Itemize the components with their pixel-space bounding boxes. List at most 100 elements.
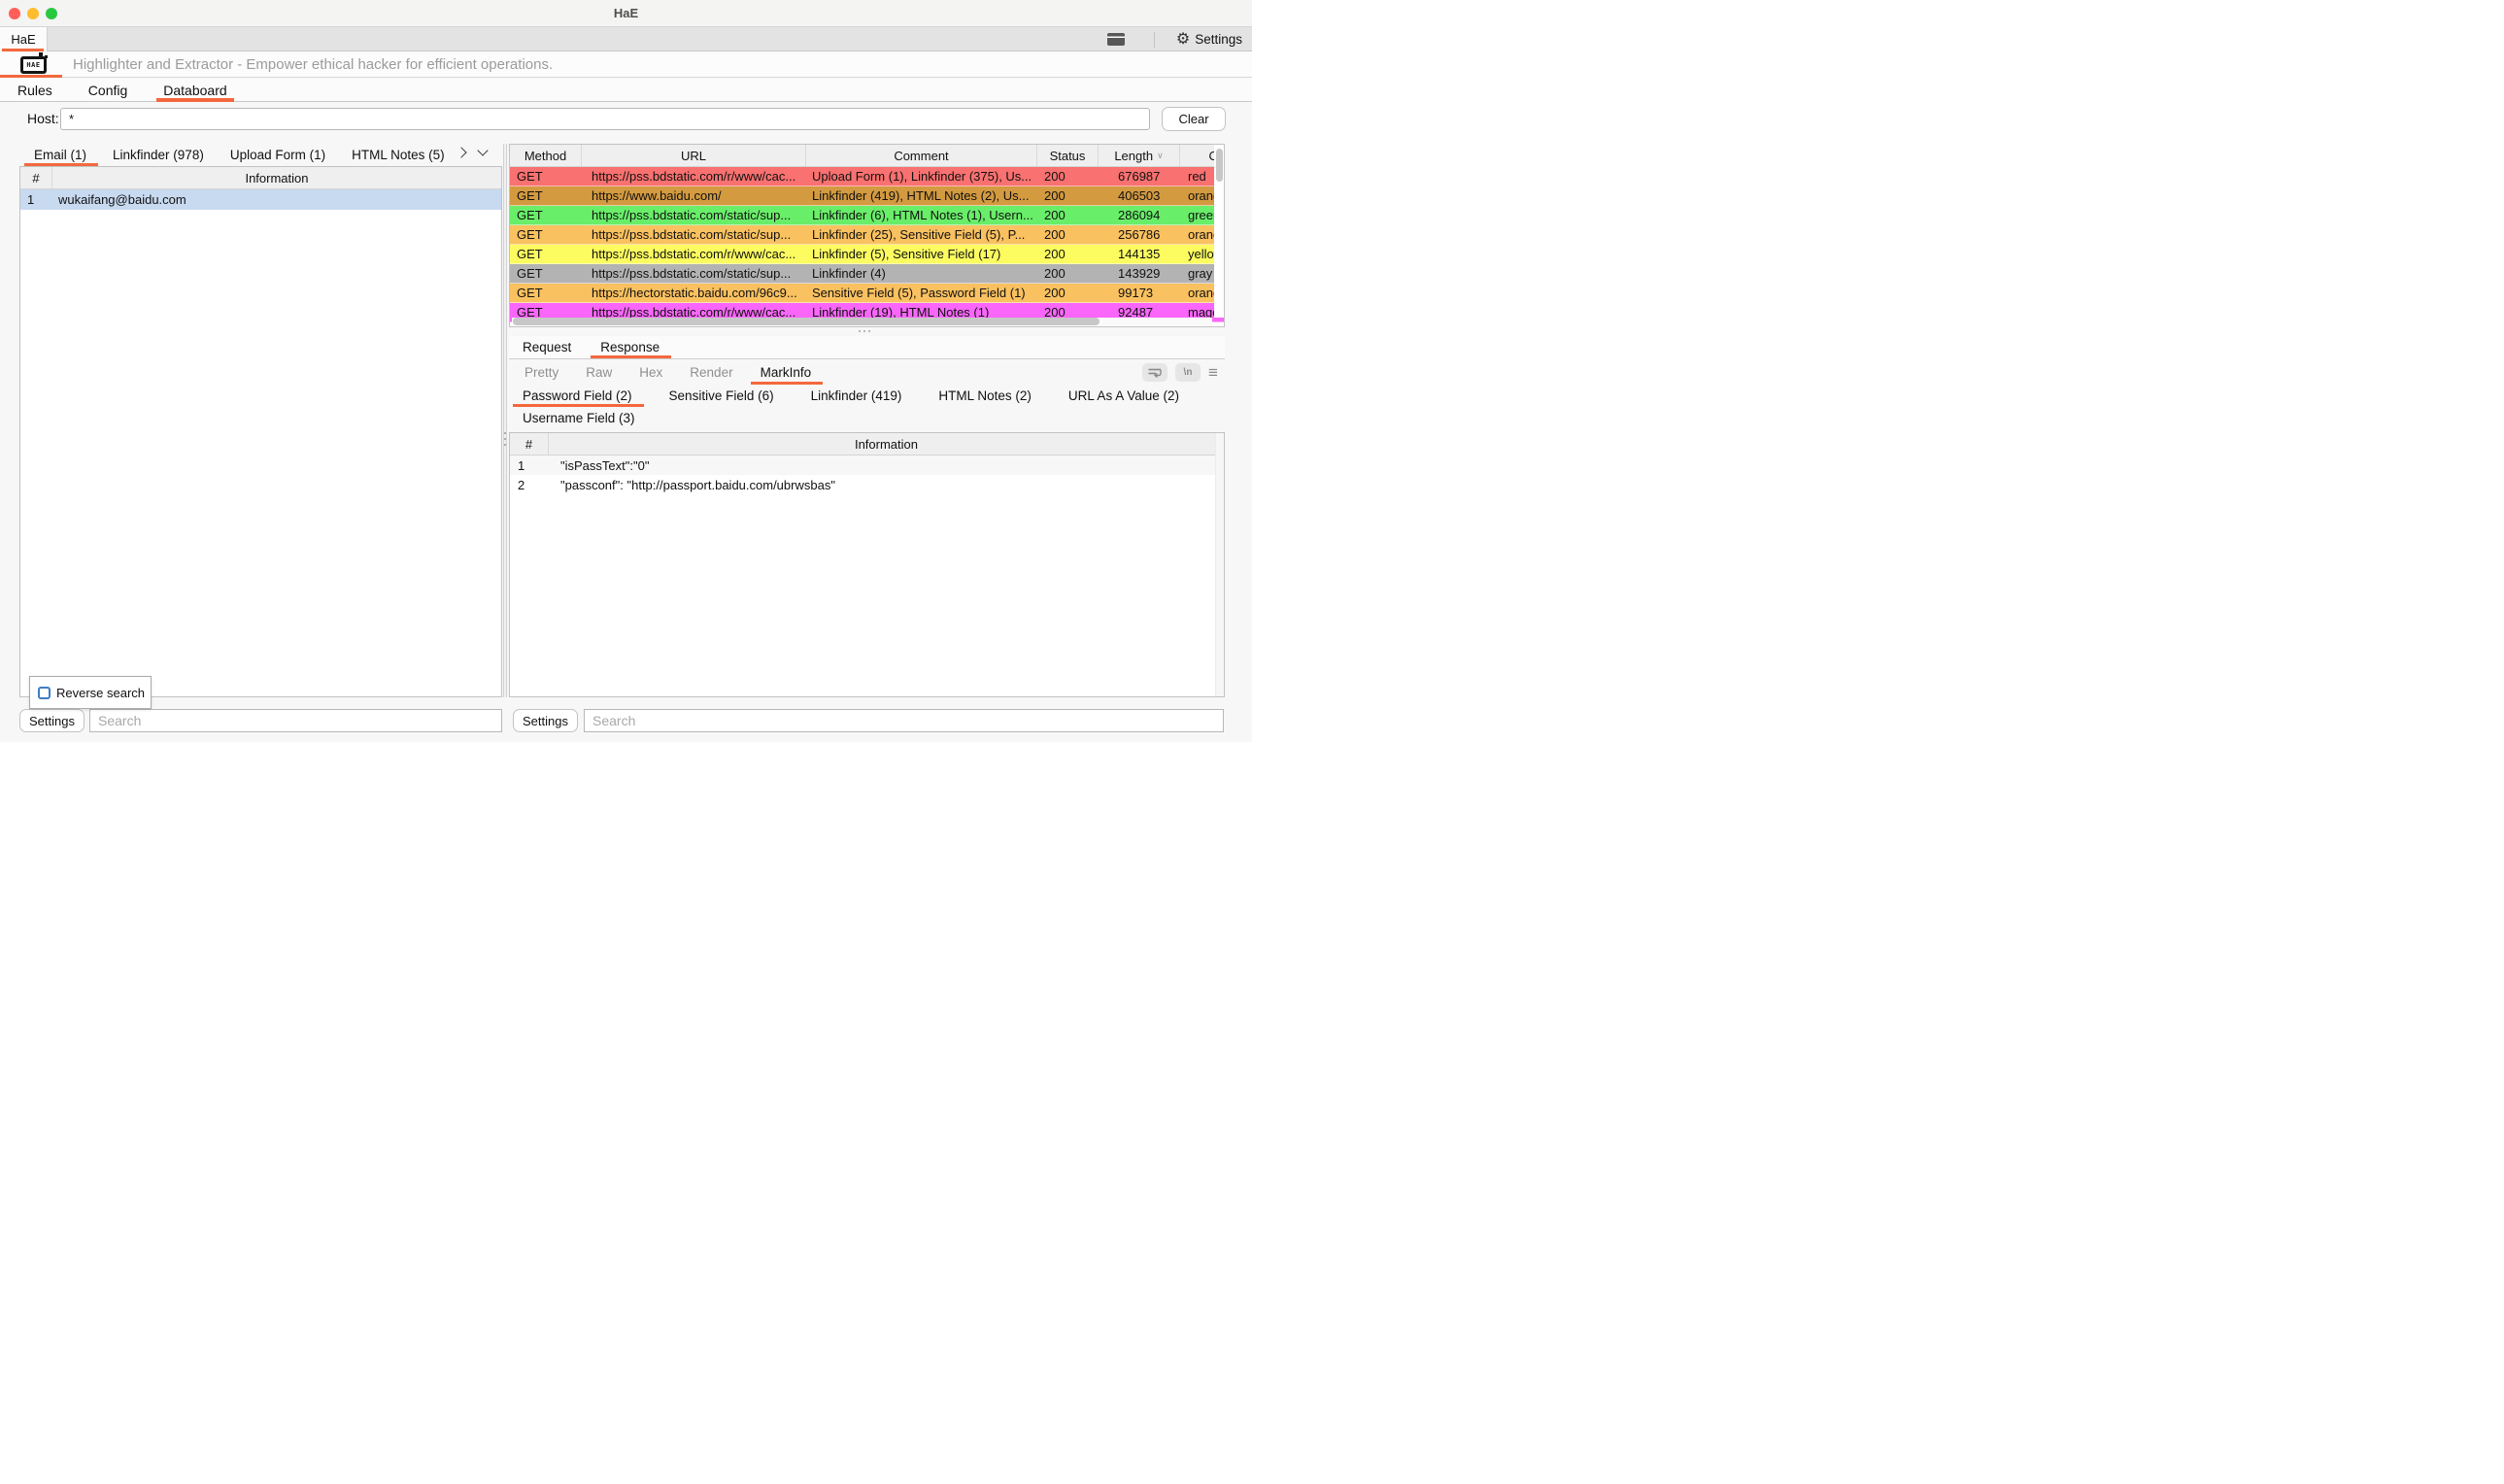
table-row[interactable]: GET https://pss.bdstatic.com/static/sup.… [510,264,1225,284]
view-tab[interactable]: MarkInfo [761,360,812,385]
table-row[interactable]: GET https://pss.bdstatic.com/r/www/cac..… [510,167,1225,186]
column-header-method[interactable]: Method [510,145,582,166]
nav-tab[interactable]: Databoard [163,79,226,102]
markinfo-table: # Information 1 "isPassText":"0" 2 "pass… [509,432,1225,697]
left-search-input[interactable] [89,709,502,732]
tab-hae[interactable]: HaE [0,27,48,51]
markinfo-tab[interactable]: HTML Notes (2) [938,385,1032,407]
editor-menu-icon[interactable]: ≡ [1208,364,1218,381]
extension-tabstrip: HaE ⚙ Settings [0,27,1252,51]
request-response-tab[interactable]: Request [523,336,571,358]
table-row[interactable]: GET https://hectorstatic.baidu.com/96c9.… [510,284,1225,303]
view-tab[interactable]: Render [690,360,732,385]
cell-information: "passconf": "http://passport.baidu.com/u… [549,478,1224,492]
column-header-url[interactable]: URL [582,145,806,166]
table-row[interactable]: 2 "passconf": "http://passport.baidu.com… [510,475,1224,494]
cell-comment: Linkfinder (6), HTML Notes (1), Usern... [806,208,1037,222]
cell-status: 200 [1037,188,1099,203]
right-search-input[interactable] [584,709,1224,732]
markinfo-tab[interactable]: Sensitive Field (6) [669,385,774,407]
horizontal-scrollbar-thumb[interactable] [513,318,1100,325]
result-tab[interactable]: Linkfinder (978) [113,144,204,166]
cell-length: 286094 [1099,208,1180,222]
window-titlebar: HaE [0,0,1252,27]
cell-status: 200 [1037,247,1099,261]
cell-url: https://www.baidu.com/ [582,188,806,203]
settings-button[interactable]: ⚙ Settings [1176,32,1242,48]
left-table-header: # Information [20,167,501,189]
cell-index: 1 [20,192,52,207]
length-header-label: Length [1114,149,1153,163]
cell-index: 2 [510,478,549,492]
column-header-information[interactable]: Information [549,433,1224,455]
cell-information: wukaifang@baidu.com [52,192,501,207]
nav-tab[interactable]: Config [88,79,127,102]
cell-comment: Sensitive Field (5), Password Field (1) [806,286,1037,300]
right-settings-button[interactable]: Settings [513,709,578,732]
newline-icon[interactable]: \n [1175,363,1201,382]
markinfo-tab[interactable]: Linkfinder (419) [811,385,902,407]
active-tab-underline [2,49,44,51]
column-header-status[interactable]: Status [1037,145,1099,166]
cell-length: 144135 [1099,247,1180,261]
cell-method: GET [510,266,582,281]
tab-hae-label: HaE [11,32,35,47]
word-wrap-icon[interactable] [1142,363,1167,382]
column-header-index[interactable]: # [510,433,549,455]
cell-length: 99173 [1099,286,1180,300]
cell-url: https://hectorstatic.baidu.com/96c9... [582,286,806,300]
column-header-information[interactable]: Information [52,167,501,188]
table-row[interactable]: 1 "isPassText":"0" [510,455,1224,475]
table-row[interactable]: GET https://pss.bdstatic.com/static/sup.… [510,225,1225,245]
request-response-tab[interactable]: Response [600,336,660,358]
nav-tabs: Rules Config Databoard [0,79,1252,102]
info-table-header: # Information [510,433,1224,455]
vertical-splitter[interactable] [503,144,507,697]
cell-method: GET [510,169,582,184]
view-tab[interactable]: Pretty [524,360,558,385]
reverse-search-checkbox[interactable] [38,687,51,699]
splitter-grip-icon [504,432,506,446]
nav-tab[interactable]: Rules [17,79,52,102]
host-input[interactable] [60,108,1150,130]
right-table-header: Method URL Comment Status Length ∨ Color [510,145,1225,167]
reverse-search-label: Reverse search [56,686,145,700]
horizontal-scrollbar-track [512,318,1212,325]
result-tab[interactable]: Upload Form (1) [230,144,325,166]
view-tab[interactable]: Hex [639,360,662,385]
cell-url: https://pss.bdstatic.com/r/www/cac... [582,169,806,184]
cell-url: https://pss.bdstatic.com/static/sup... [582,266,806,281]
result-tab[interactable]: Email (1) [34,144,86,166]
markinfo-tab[interactable]: URL As A Value (2) [1068,385,1179,407]
app-subtitle: Highlighter and Extractor - Empower ethi… [73,52,553,78]
settings-label: Settings [1195,32,1242,47]
markinfo-tab[interactable]: Username Field (3) [523,407,635,429]
view-tab[interactable]: Raw [586,360,612,385]
reverse-search-popup: Reverse search [29,676,152,709]
cell-comment: Upload Form (1), Linkfinder (375), Us... [806,169,1037,184]
hae-logo-text: HAE [26,61,40,69]
column-header-length[interactable]: Length ∨ [1099,145,1180,166]
info-table-body: 1 "isPassText":"0" 2 "passconf": "http:/… [510,455,1224,494]
clear-button[interactable]: Clear [1162,107,1226,131]
vertical-scrollbar-thumb[interactable] [1216,149,1223,182]
cell-url: https://pss.bdstatic.com/static/sup... [582,208,806,222]
cell-status: 200 [1037,208,1099,222]
hae-logo: HAE [20,56,47,74]
cell-length: 256786 [1099,227,1180,242]
left-settings-button[interactable]: Settings [19,709,85,732]
cell-length: 676987 [1099,169,1180,184]
message-view-tabs: Pretty Raw Hex Render MarkInfo [509,360,1131,385]
markinfo-tab[interactable]: Password Field (2) [523,385,632,407]
cell-length: 143929 [1099,266,1180,281]
column-header-index[interactable]: # [20,167,52,188]
column-header-comment[interactable]: Comment [806,145,1037,166]
table-row[interactable]: 1 wukaifang@baidu.com [20,189,501,210]
table-row[interactable]: GET https://www.baidu.com/ Linkfinder (4… [510,186,1225,206]
layout-panel-icon[interactable] [1107,33,1125,46]
result-tab[interactable]: HTML Notes (5) [352,144,445,166]
table-row[interactable]: GET https://pss.bdstatic.com/static/sup.… [510,206,1225,225]
table-row[interactable]: GET https://pss.bdstatic.com/r/www/cac..… [510,245,1225,264]
horizontal-splitter-grip[interactable] [859,330,870,332]
host-label: Host: [27,102,59,136]
